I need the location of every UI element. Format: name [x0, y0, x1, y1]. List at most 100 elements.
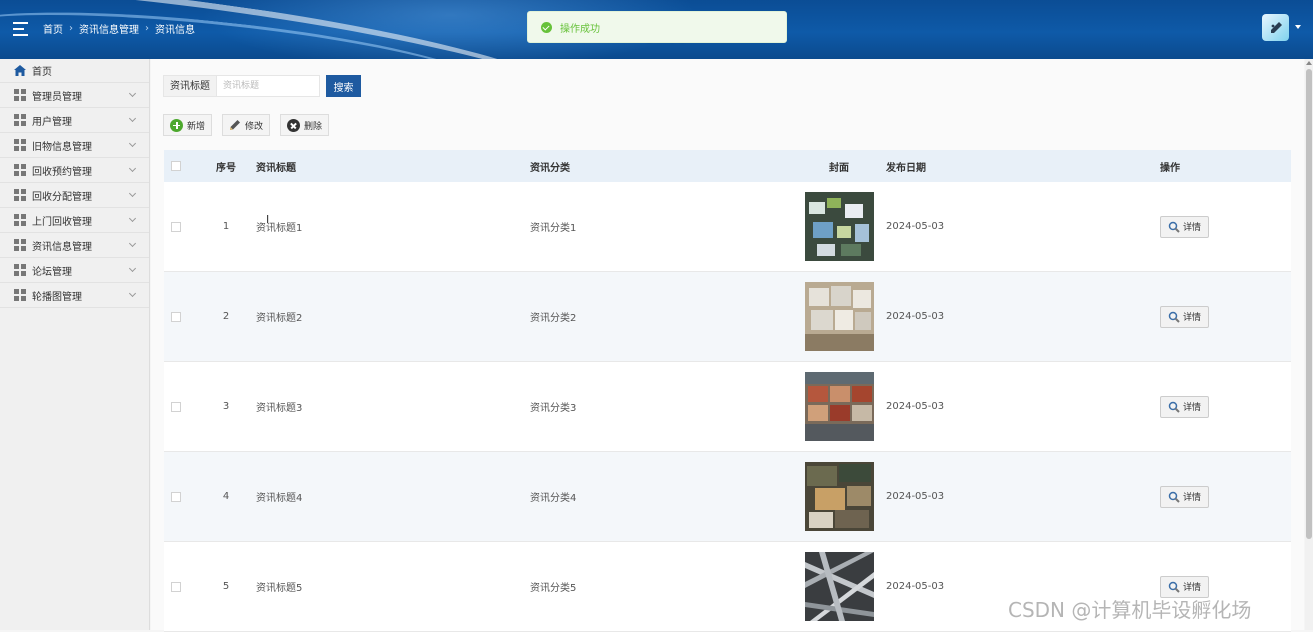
- search-button[interactable]: 搜索: [326, 75, 361, 97]
- caret-down-icon[interactable]: [1295, 25, 1301, 29]
- row-title: 资讯标题5: [256, 583, 303, 594]
- grid-icon: [14, 239, 26, 251]
- watermark: CSDN @计算机毕设孵化场: [1008, 598, 1252, 622]
- row-index: 2: [222, 311, 230, 322]
- delete-button-label: 删除: [304, 121, 323, 132]
- sidebar-item-forum-management[interactable]: 论坛管理: [0, 258, 149, 283]
- sidebar-item-news-management[interactable]: 资讯信息管理: [0, 233, 149, 258]
- avatar[interactable]: [1262, 14, 1289, 41]
- grid-icon: [14, 264, 26, 276]
- sidebar-item-admin-management[interactable]: 管理员管理: [0, 83, 149, 108]
- row-checkbox[interactable]: [171, 221, 181, 232]
- row-title: 资讯标题1: [256, 223, 303, 234]
- grid-icon: [14, 289, 26, 301]
- grid-icon: [14, 164, 26, 176]
- sidebar-item-carousel-management[interactable]: 轮播图管理: [0, 283, 149, 308]
- sidebar-item-label: 旧物信息管理: [32, 141, 92, 153]
- chevron-down-icon: [128, 214, 137, 223]
- row-date: 2024-05-03: [886, 491, 945, 502]
- breadcrumb-home[interactable]: 首页: [43, 21, 63, 36]
- grid-icon: [14, 214, 26, 226]
- detail-button-label: 详情: [1182, 223, 1201, 233]
- detail-button[interactable]: 详情: [1160, 305, 1209, 328]
- chevron-down-icon: [128, 239, 137, 248]
- row-checkbox[interactable]: [171, 491, 181, 502]
- header-category: 资讯分类: [530, 162, 570, 174]
- magnifier-icon: [1168, 221, 1180, 233]
- menu-toggle-icon[interactable]: [13, 22, 28, 36]
- row-checkbox[interactable]: [171, 311, 181, 322]
- detail-button-label: 详情: [1182, 583, 1201, 593]
- header-cover: 封面: [829, 162, 849, 174]
- add-button[interactable]: 新增: [163, 114, 213, 136]
- detail-button[interactable]: 详情: [1160, 485, 1209, 508]
- sidebar-item-label: 首页: [32, 67, 52, 78]
- toolbar: 新增 修改 删除: [163, 114, 330, 136]
- plus-circle-icon: [170, 118, 183, 132]
- chevron-down-icon: [128, 289, 137, 298]
- row-category: 资讯分类4: [530, 493, 577, 504]
- sidebar-item-item-management[interactable]: 旧物信息管理: [0, 133, 149, 158]
- sidebar-item-label: 轮播图管理: [32, 291, 82, 303]
- search-input[interactable]: [216, 75, 320, 97]
- chevron-right-icon: ›: [145, 23, 149, 34]
- pen-icon: [1270, 21, 1282, 33]
- close-circle-icon: [287, 118, 301, 132]
- row-title: 资讯标题4: [256, 493, 303, 504]
- grid-icon: [14, 139, 26, 151]
- row-checkbox[interactable]: [171, 401, 181, 412]
- breadcrumb-news-management[interactable]: 资讯信息管理: [79, 21, 139, 36]
- chevron-down-icon: [128, 139, 137, 148]
- chevron-down-icon: [128, 114, 137, 123]
- sidebar-item-label: 回收分配管理: [32, 191, 92, 203]
- sidebar-item-user-management[interactable]: 用户管理: [0, 108, 149, 133]
- vertical-scrollbar[interactable]: [1305, 59, 1313, 630]
- row-title: 资讯标题2: [256, 313, 303, 324]
- row-checkbox[interactable]: [171, 581, 181, 592]
- sidebar: 首页 管理员管理 用户管理 旧物信息管理 回收预约管理 回收分配管理 上门回收管…: [0, 59, 150, 630]
- scroll-up-icon[interactable]: [1306, 61, 1312, 65]
- breadcrumb: 首页 › 资讯信息管理 › 资讯信息: [43, 21, 195, 36]
- text-cursor-icon: I: [266, 213, 270, 226]
- chevron-right-icon: ›: [69, 23, 73, 34]
- sidebar-item-label: 用户管理: [32, 116, 72, 128]
- detail-button[interactable]: 详情: [1160, 395, 1209, 418]
- scrollbar-thumb[interactable]: [1306, 69, 1312, 539]
- cover-image: [804, 192, 874, 261]
- search-bar: 资讯标题 搜索: [163, 75, 361, 97]
- sidebar-item-label: 资讯信息管理: [32, 241, 92, 253]
- cover-image: [804, 282, 874, 351]
- edit-button-label: 修改: [245, 121, 264, 132]
- header-date: 发布日期: [886, 162, 926, 174]
- row-category: 资讯分类5: [530, 583, 577, 594]
- sidebar-item-assignment-management[interactable]: 回收分配管理: [0, 183, 149, 208]
- table-row: 3 资讯标题3 资讯分类3 2024-05-03 详情: [164, 362, 1291, 452]
- home-icon: [14, 65, 26, 76]
- sidebar-item-booking-management[interactable]: 回收预约管理: [0, 158, 149, 183]
- detail-button-label: 详情: [1182, 403, 1201, 413]
- detail-button[interactable]: 详情: [1160, 215, 1209, 238]
- grid-icon: [14, 89, 26, 101]
- row-index: 5: [222, 581, 230, 592]
- select-all-checkbox[interactable]: [171, 161, 181, 171]
- cover-image: [804, 372, 874, 441]
- row-index: 4: [222, 491, 230, 502]
- table-header: 序号 资讯标题 资讯分类 封面 发布日期 操作: [164, 150, 1291, 182]
- chevron-down-icon: [128, 264, 137, 273]
- sidebar-item-pickup-management[interactable]: 上门回收管理: [0, 208, 149, 233]
- sidebar-item-label: 上门回收管理: [32, 216, 92, 228]
- row-title: 资讯标题3: [256, 403, 303, 414]
- sidebar-item-label: 回收预约管理: [32, 166, 92, 178]
- table-row: 2 资讯标题2 资讯分类2 2024-05-03 详情: [164, 272, 1291, 362]
- add-button-label: 新增: [187, 121, 206, 132]
- detail-button-label: 详情: [1182, 493, 1201, 503]
- edit-button[interactable]: 修改: [222, 114, 271, 136]
- row-date: 2024-05-03: [886, 581, 945, 592]
- sidebar-item-home[interactable]: 首页: [0, 59, 149, 83]
- magnifier-icon: [1168, 581, 1180, 593]
- table-row: 4 资讯标题4 资讯分类4 2024-05-03 详情: [164, 452, 1291, 542]
- magnifier-icon: [1168, 401, 1180, 413]
- delete-button[interactable]: 删除: [280, 114, 330, 136]
- sidebar-item-label: 管理员管理: [32, 91, 82, 103]
- search-label: 资讯标题: [163, 75, 216, 97]
